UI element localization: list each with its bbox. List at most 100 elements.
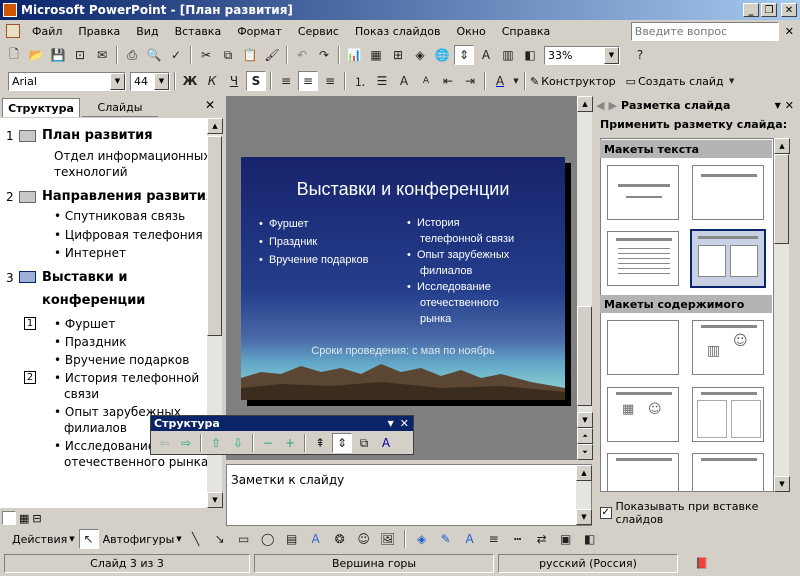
shadow-button[interactable]: S: [246, 71, 266, 91]
print-icon[interactable]: ⎙: [122, 45, 142, 65]
show-formatting-icon[interactable]: A: [476, 45, 496, 65]
decrease-font-icon[interactable]: A: [416, 71, 436, 91]
close-pane-icon[interactable]: ✕: [205, 98, 215, 112]
email-icon[interactable]: ✉: [92, 45, 112, 65]
chevron-down-icon[interactable]: ▼: [726, 71, 738, 91]
tab-slides[interactable]: Слайды: [82, 98, 158, 117]
font-color-icon[interactable]: A: [460, 529, 480, 549]
cut-icon[interactable]: ✂: [196, 45, 216, 65]
scroll-up-icon[interactable]: ▲: [207, 118, 223, 134]
scroll-thumb[interactable]: [774, 154, 789, 244]
sorter-view-icon[interactable]: ▦: [19, 512, 29, 525]
line-color-icon[interactable]: ✎: [436, 529, 456, 549]
scroll-down-icon[interactable]: ▼: [577, 412, 593, 428]
arrow-icon[interactable]: ↘: [210, 529, 230, 549]
chevron-down-icon[interactable]: ▼: [154, 72, 169, 90]
show-formatting-icon[interactable]: A: [376, 433, 396, 453]
outline-text[interactable]: Отдел информационных: [54, 149, 210, 163]
slide-scrollbar[interactable]: ▲ ▼ ⏶ ⏷: [577, 96, 593, 460]
increase-indent-icon[interactable]: ⇥: [460, 71, 480, 91]
notes-pane[interactable]: Заметки к слайду ▲ ▼: [226, 464, 592, 526]
forward-icon[interactable]: ▶: [608, 99, 616, 112]
close-icon[interactable]: ✕: [785, 99, 794, 112]
spelling-icon[interactable]: ✓: [166, 45, 186, 65]
menu-view[interactable]: Вид: [128, 25, 166, 38]
outline-bullet[interactable]: • История телефонной: [54, 371, 199, 385]
checkbox-checked-icon[interactable]: ✓: [600, 507, 612, 519]
align-right-icon[interactable]: ≡: [320, 71, 340, 91]
move-up-icon[interactable]: ⇧: [206, 433, 226, 453]
shadow-style-icon[interactable]: ▣: [556, 529, 576, 549]
promote-icon[interactable]: ⇦: [154, 433, 174, 453]
line-style-icon[interactable]: ≡: [484, 529, 504, 549]
chevron-down-icon[interactable]: ▼: [604, 46, 619, 64]
outline-bullet[interactable]: • Исследование: [54, 439, 155, 453]
expand-all-icon[interactable]: ⇕: [332, 433, 352, 453]
clipart-icon[interactable]: ☺: [354, 529, 374, 549]
textbox-icon[interactable]: ▤: [282, 529, 302, 549]
3d-style-icon[interactable]: ◧: [580, 529, 600, 549]
move-down-icon[interactable]: ⇩: [228, 433, 248, 453]
align-center-icon[interactable]: ≡: [298, 71, 318, 91]
outline-text[interactable]: отечественного рынка: [64, 455, 208, 469]
table-icon[interactable]: ▦: [366, 45, 386, 65]
toolbar-titlebar[interactable]: Структура ▼ ✕: [151, 416, 413, 431]
new-icon[interactable]: 🗋: [4, 45, 24, 65]
slide-canvas[interactable]: Выставки и конференции • Фуршет • Праздн…: [241, 157, 565, 400]
diagram-icon[interactable]: ❂: [330, 529, 350, 549]
summary-slide-icon[interactable]: ⧉: [354, 433, 374, 453]
notes-scrollbar[interactable]: ▲ ▼: [576, 465, 592, 525]
outline-bullet[interactable]: • Фуршет: [54, 317, 115, 331]
layout-two-content[interactable]: [692, 387, 764, 442]
language-indicator[interactable]: русский (Россия): [498, 554, 678, 573]
rectangle-icon[interactable]: ▭: [234, 529, 254, 549]
expand-icon[interactable]: +: [280, 433, 300, 453]
slide-left-column[interactable]: • Фуршет • Праздник • Вручение подарков: [259, 215, 368, 269]
bold-button[interactable]: Ж: [180, 71, 200, 91]
format-painter-icon[interactable]: 🖌: [262, 45, 282, 65]
menu-help[interactable]: Справка: [494, 25, 558, 38]
slide-icon[interactable]: [19, 130, 36, 142]
expand-all-icon[interactable]: ⇕: [454, 45, 474, 65]
outline-bullet[interactable]: • Вручение подарков: [54, 353, 189, 367]
insert-table-icon[interactable]: ⊞: [388, 45, 408, 65]
collapse-all-icon[interactable]: ⇞: [310, 433, 330, 453]
hyperlink-icon[interactable]: 🌐: [432, 45, 452, 65]
layout-title-slide[interactable]: [607, 165, 679, 220]
show-on-insert-option[interactable]: ✓ Показывать при вставке слайдов: [600, 500, 800, 526]
help-icon[interactable]: ?: [630, 45, 650, 65]
outline-bullet[interactable]: • Интернет: [54, 246, 126, 260]
maximize-button[interactable]: ❐: [761, 3, 777, 17]
line-icon[interactable]: ╲: [186, 529, 206, 549]
layout-blank[interactable]: [607, 320, 679, 375]
doc-icon[interactable]: [6, 24, 20, 38]
fill-color-icon[interactable]: ◈: [412, 529, 432, 549]
outline-text[interactable]: филиалов: [64, 421, 127, 435]
scroll-thumb[interactable]: [207, 136, 222, 336]
grayscale-icon[interactable]: ◧: [520, 45, 540, 65]
chart-icon[interactable]: 📊: [344, 45, 364, 65]
diagram-icon[interactable]: ◈: [410, 45, 430, 65]
open-icon[interactable]: 📂: [26, 45, 46, 65]
select-pointer-icon[interactable]: ↖: [78, 529, 99, 549]
picture-icon[interactable]: 🖼: [378, 529, 398, 549]
outline-bullet[interactable]: • Спутниковая связь: [54, 209, 185, 223]
numbering-icon[interactable]: ⒈: [350, 71, 370, 91]
outline-title[interactable]: Направления развития: [42, 189, 214, 204]
outline-bullet[interactable]: • Цифровая телефония: [54, 228, 203, 242]
layout-content-four[interactable]: [692, 453, 764, 492]
scroll-down-icon[interactable]: ▼: [207, 492, 223, 508]
scroll-thumb[interactable]: [577, 306, 592, 406]
paste-icon[interactable]: 📋: [240, 45, 260, 65]
slide-icon[interactable]: [19, 271, 36, 283]
font-color-icon[interactable]: A: [490, 71, 510, 91]
menu-slideshow[interactable]: Показ слайдов: [347, 25, 449, 38]
grid-icon[interactable]: ▥: [498, 45, 518, 65]
undo-icon[interactable]: ↶: [292, 45, 312, 65]
decrease-indent-icon[interactable]: ⇤: [438, 71, 458, 91]
layout-four-content[interactable]: [607, 453, 679, 492]
layout-title-text[interactable]: [607, 231, 679, 286]
font-select[interactable]: Arial ▼: [8, 71, 126, 91]
zoom-select[interactable]: 33% ▼: [544, 45, 620, 65]
close-button[interactable]: ✕: [781, 3, 797, 17]
